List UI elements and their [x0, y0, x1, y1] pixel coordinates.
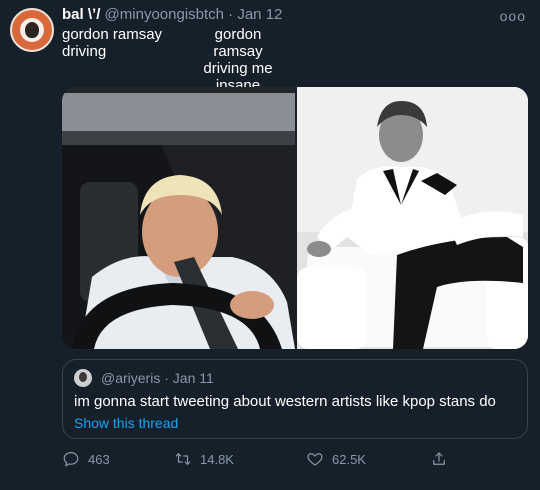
quoted-separator: · [164, 370, 169, 386]
show-thread-link[interactable]: Show this thread [74, 415, 178, 431]
reply-count: 463 [88, 451, 110, 467]
display-name[interactable]: bal [62, 6, 84, 23]
sitting-photo-illustration [297, 87, 528, 349]
tweet-date[interactable]: Jan 12 [237, 6, 282, 23]
tweet-actions: 463 14.8K 62.5K [62, 447, 528, 471]
retweet-button[interactable]: 14.8K [174, 447, 234, 471]
share-icon [433, 452, 445, 465]
caption-left-line: driving [62, 43, 107, 60]
caption-right: gordon ramsay driving me insane [190, 26, 286, 94]
quoted-avatar-face [79, 372, 87, 382]
quoted-date[interactable]: Jan 11 [173, 370, 214, 386]
like-count: 62.5K [332, 451, 366, 467]
more-options-icon[interactable]: ooo [500, 8, 526, 24]
name-suffix: \ʼ/ [87, 6, 101, 23]
avatar[interactable] [10, 8, 54, 52]
like-button[interactable]: 62.5K [306, 447, 366, 471]
caption-right-line: gordon ramsay [213, 26, 263, 60]
avatar-face [25, 22, 39, 38]
reply-button[interactable]: 463 [62, 447, 110, 471]
quoted-text: im gonna start tweeting about western ar… [74, 393, 496, 410]
driving-photo-illustration [62, 87, 295, 349]
retweet-count: 14.8K [200, 451, 234, 467]
quoted-header: @ariyeris · Jan 11 [101, 370, 214, 386]
caption-right-line: driving me [203, 60, 273, 77]
separator-dot: · [228, 6, 234, 23]
caption-left: gordon ramsay driving [62, 26, 162, 60]
quoted-avatar[interactable] [74, 369, 92, 387]
quoted-tweet[interactable]: @ariyeris · Jan 11 im gonna start tweeti… [62, 359, 528, 439]
handle[interactable]: @minyoongisbtch [105, 6, 224, 23]
retweet-icon [175, 453, 191, 465]
quoted-handle[interactable]: @ariyeris [101, 370, 160, 386]
caption-left-line: gordon ramsay [62, 26, 163, 43]
reply-icon [63, 452, 79, 467]
tweet-header: bal \ʼ/ @minyoongisbtch · Jan 12 [62, 6, 282, 24]
share-button[interactable] [430, 447, 448, 471]
tweet-media [62, 87, 528, 349]
gordon-ramsay-sitting-photo[interactable] [297, 87, 528, 349]
gordon-ramsay-driving-photo[interactable] [62, 87, 295, 349]
heart-icon [307, 453, 323, 466]
